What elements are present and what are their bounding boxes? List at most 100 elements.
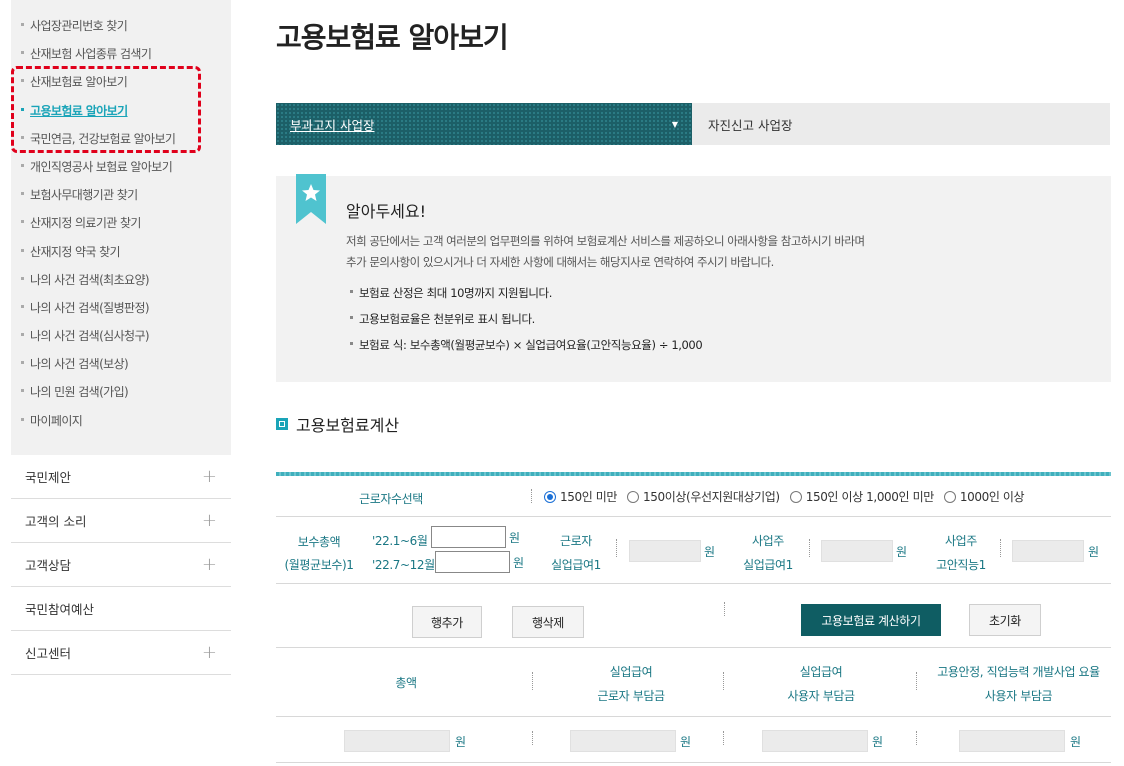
period-2-label: '22.7~12월 xyxy=(372,558,435,572)
notice-list: 보험료 산정은 최대 10명까지 지원됩니다. 고용보험료율은 천분위로 표시 … xyxy=(350,280,703,358)
notice-item: 고용보험료율은 천분위로 표시 됩니다. xyxy=(350,306,702,332)
calc-form: 근로자수선택 150인 미만 150이상(우선지원대상기업) 150인 이상 1… xyxy=(276,472,1111,763)
sidebar-sub-item[interactable]: 나의 사건 검색(심사청구) xyxy=(11,322,231,350)
chevron-down-icon: ▼ xyxy=(671,119,678,129)
sidebar-main-item-label: 신고센터 xyxy=(25,646,72,661)
notice-desc-line: 추가 문의사항이 있으시거나 더 자세한 사항에 대해서는 해당지사로 연락하여… xyxy=(346,255,774,269)
sidebar-sub-item-label: 개인직영공사 보험료 알아보기 xyxy=(30,159,173,174)
button-row: 행추가 행삭제 고용보험료 계산하기 초기화 xyxy=(276,584,1111,648)
tab-billing-workplace-label: 부과고지 사업장 xyxy=(290,117,375,133)
sidebar-sub-item[interactable]: 나의 민원 검색(가입) xyxy=(11,378,231,406)
won-unit: 원 xyxy=(1070,735,1082,749)
highlight-annotation xyxy=(11,66,201,153)
radio-under-150[interactable]: 150인 미만 xyxy=(544,488,617,505)
sidebar-sub-item-label: 보험사무대행기관 찾기 xyxy=(30,188,138,203)
sidebar-sub-item-label: 산재지정 의료기관 찾기 xyxy=(30,216,141,231)
bookmark-star-icon xyxy=(296,174,326,224)
sidebar-main-item[interactable]: 신고센터 + xyxy=(11,631,231,675)
sidebar-sub-item[interactable]: 나의 사건 검색(보상) xyxy=(11,350,231,378)
tab-bar: 부과고지 사업장 ▼ 자진신고 사업장 xyxy=(276,103,1110,145)
sidebar-main-item[interactable]: 국민참여예산 xyxy=(11,587,231,631)
won-unit: 원 xyxy=(896,545,908,559)
tab-self-report-workplace[interactable]: 자진신고 사업장 xyxy=(692,103,1110,145)
plus-icon[interactable]: + xyxy=(202,466,217,487)
result-training-header: 고용안정, 직업능력 개발사업 요율 사용자 부담금 xyxy=(937,665,1100,703)
sidebar-main-item[interactable]: 고객상담 + xyxy=(11,543,231,587)
sidebar-main-item[interactable]: 고객의 소리 + xyxy=(11,499,231,543)
radio-over-1000[interactable]: 1000인 이상 xyxy=(943,488,1025,505)
worker-rate-label: 근로자 실업급여1 xyxy=(551,534,601,572)
sidebar-main-item-label: 국민제안 xyxy=(25,470,72,485)
result-header-row: 총액 실업급여 근로자 부담금 실업급여 사용자 부담금 고용안정, 직업능력 … xyxy=(276,648,1111,717)
worker-rate-field xyxy=(629,540,701,562)
section-title-text: 고용보험료계산 xyxy=(296,416,400,435)
result-worker-field xyxy=(570,730,676,752)
sidebar-sub-item[interactable]: 개인직영공사 보험료 알아보기 xyxy=(11,153,231,181)
sidebar-sub-item[interactable]: 산재지정 의료기관 찾기 xyxy=(11,209,231,237)
square-bullet-icon xyxy=(276,418,288,430)
bullet-icon xyxy=(21,361,24,365)
sidebar-sub-item[interactable]: 산재보험 사업종류 검색기 xyxy=(11,40,231,68)
sidebar-sub-item-label: 나의 사건 검색(보상) xyxy=(30,357,129,372)
sidebar-sub-item-label: 마이페이지 xyxy=(30,413,83,428)
won-unit: 원 xyxy=(509,531,521,545)
bullet-icon xyxy=(21,51,24,55)
notice-item: 보험료 식: 보수총액(월평균보수) × 실업급여요율(고안직능요율) ÷ 1,… xyxy=(350,332,703,358)
pay-total-label: 보수총액 (월평균보수)1 xyxy=(284,535,354,572)
won-unit: 원 xyxy=(513,556,525,570)
worker-count-row: 근로자수선택 150인 미만 150이상(우선지원대상기업) 150인 이상 1… xyxy=(276,476,1111,517)
plus-icon[interactable]: + xyxy=(202,554,217,575)
notice-item: 보험료 산정은 최대 10명까지 지원됩니다. xyxy=(350,280,702,306)
bullet-icon xyxy=(21,333,24,337)
sidebar-main-item[interactable]: 국민제안 + xyxy=(11,455,231,499)
sidebar-sub-item-label: 나의 사건 검색(최초요양) xyxy=(30,272,150,287)
reset-button[interactable]: 초기화 xyxy=(969,604,1041,636)
employer-training-label: 사업주 고안직능1 xyxy=(936,534,986,572)
bullet-icon xyxy=(21,417,24,421)
employer-rate-label: 사업주 실업급여1 xyxy=(743,534,793,572)
sidebar-sub-item[interactable]: 나의 사건 검색(질병판정) xyxy=(11,294,231,322)
won-unit: 원 xyxy=(704,545,716,559)
worker-count-label: 근로자수선택 xyxy=(359,492,423,506)
sidebar-sub-item-label: 나의 민원 검색(가입) xyxy=(30,385,129,400)
bullet-icon xyxy=(21,248,24,252)
bullet-icon xyxy=(21,163,24,167)
pay-period-2-input[interactable] xyxy=(435,551,510,573)
worker-count-options: 150인 미만 150이상(우선지원대상기업) 150인 이상 1,000인 미… xyxy=(544,488,1034,505)
result-training-field xyxy=(959,730,1065,752)
sidebar-sub-item[interactable]: 사업장관리번호 찾기 xyxy=(11,12,231,40)
sidebar-sub-item[interactable]: 나의 사건 검색(최초요양) xyxy=(11,266,231,294)
sidebar-sub-item[interactable]: 보험사무대행기관 찾기 xyxy=(11,181,231,209)
result-total-field xyxy=(344,730,450,752)
bullet-icon xyxy=(21,220,24,224)
sidebar-sub-item-label: 나의 사건 검색(심사청구) xyxy=(30,329,150,344)
plus-icon[interactable]: + xyxy=(202,510,217,531)
sidebar-main-item-label: 고객상담 xyxy=(25,558,72,573)
sidebar-sub-item-label: 산재지정 약국 찾기 xyxy=(30,244,121,259)
sidebar-sub-item-label: 사업장관리번호 찾기 xyxy=(30,19,128,33)
tab-billing-workplace[interactable]: 부과고지 사업장 ▼ xyxy=(276,103,692,145)
sidebar-sub-item[interactable]: 산재지정 약국 찾기 xyxy=(11,238,231,266)
result-value-row: 원 원 원 원 xyxy=(276,717,1111,763)
notice-box: 알아두세요! 저희 공단에서는 고객 여러분의 업무편의를 위하여 보험료계산 … xyxy=(276,174,1111,382)
main-menu: 국민제안 + 고객의 소리 + 고객상담 + 국민참여예산 신고센터 + xyxy=(11,455,231,675)
delete-row-button[interactable]: 행삭제 xyxy=(512,606,584,638)
won-unit: 원 xyxy=(455,735,467,749)
bullet-icon xyxy=(21,192,24,196)
plus-icon[interactable]: + xyxy=(202,642,217,663)
bullet-icon xyxy=(21,389,24,393)
won-unit: 원 xyxy=(1088,545,1100,559)
pay-period-1-input[interactable] xyxy=(431,526,506,548)
notice-title: 알아두세요! xyxy=(346,202,427,221)
result-employer-field xyxy=(762,730,868,752)
calculate-button[interactable]: 고용보험료 계산하기 xyxy=(801,604,941,636)
sidebar-sub-item[interactable]: 마이페이지 xyxy=(11,407,231,435)
bullet-icon xyxy=(21,23,24,26)
add-row-button[interactable]: 행추가 xyxy=(412,606,482,638)
employer-rate-field xyxy=(821,540,893,562)
bullet-icon xyxy=(21,276,24,280)
radio-150-priority[interactable]: 150이상(우선지원대상기업) xyxy=(627,488,780,505)
radio-150-1000[interactable]: 150인 이상 1,000인 미만 xyxy=(789,488,934,505)
page-title: 고용보험료 알아보기 xyxy=(276,21,509,54)
result-total-header: 총액 xyxy=(395,676,417,690)
